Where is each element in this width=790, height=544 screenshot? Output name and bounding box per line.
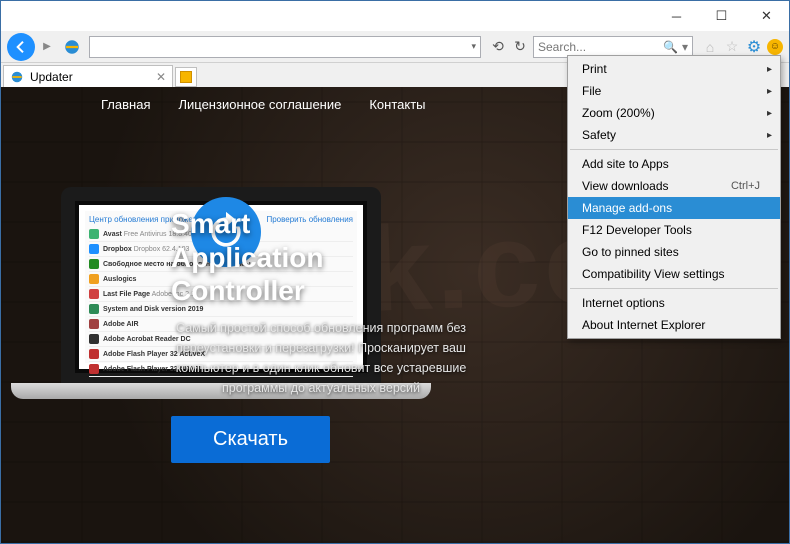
- tools-gear-icon[interactable]: ⚙: [745, 38, 763, 56]
- address-bar[interactable]: ▾: [89, 36, 481, 58]
- address-dropdown-icon[interactable]: ▾: [471, 41, 476, 52]
- menu-item-about-internet-explorer[interactable]: About Internet Explorer: [568, 314, 780, 336]
- menu-item-zoom-200[interactable]: Zoom (200%): [568, 102, 780, 124]
- tab-updater[interactable]: Updater ✕: [3, 65, 173, 87]
- download-button[interactable]: Скачать: [171, 416, 330, 463]
- menu-item-internet-options[interactable]: Internet options: [568, 292, 780, 314]
- site-nav: Главная Лицензионное соглашение Контакты: [101, 97, 426, 112]
- search-icon[interactable]: 🔍: [663, 40, 678, 54]
- tab-close-icon[interactable]: ✕: [156, 70, 166, 84]
- maximize-button[interactable]: ☐: [699, 1, 744, 31]
- search-dropdown-icon[interactable]: ▾: [682, 40, 688, 54]
- menu-item-compatibility-view-settings[interactable]: Compatibility View settings: [568, 263, 780, 285]
- menu-item-print[interactable]: Print: [568, 58, 780, 80]
- home-icon[interactable]: ⌂: [701, 38, 719, 56]
- nav-link-contacts[interactable]: Контакты: [369, 97, 425, 112]
- hero-description: Самый простой способ обновления программ…: [171, 318, 471, 398]
- hero-title: Smart Application Controller: [171, 207, 471, 308]
- search-placeholder: Search...: [538, 40, 586, 54]
- tab-favicon-icon: [10, 70, 24, 84]
- minimize-button[interactable]: ─: [654, 1, 699, 31]
- menu-item-f12-developer-tools[interactable]: F12 Developer Tools: [568, 219, 780, 241]
- refresh-icon[interactable]: ↻: [511, 38, 529, 56]
- menu-item-file[interactable]: File: [568, 80, 780, 102]
- nav-link-main[interactable]: Главная: [101, 97, 150, 112]
- menu-item-safety[interactable]: Safety: [568, 124, 780, 146]
- feedback-smiley-icon[interactable]: ☺: [767, 39, 783, 55]
- tab-title: Updater: [30, 70, 150, 84]
- menu-item-view-downloads[interactable]: View downloadsCtrl+J: [568, 175, 780, 197]
- menu-item-go-to-pinned-sites[interactable]: Go to pinned sites: [568, 241, 780, 263]
- ie-logo-icon: [63, 38, 81, 56]
- close-button[interactable]: ✕: [744, 1, 789, 31]
- forward-button[interactable]: ▶: [39, 33, 55, 61]
- browser-window: ─ ☐ ✕ ▶ ▾ ⟲ ↻ Search... 🔍 ▾ ⌂ ☆ ⚙ ☺: [0, 0, 790, 544]
- favorites-icon[interactable]: ☆: [723, 38, 741, 56]
- nav-link-license[interactable]: Лицензионное соглашение: [178, 97, 341, 112]
- back-button[interactable]: [7, 33, 35, 61]
- menu-item-manage-add-ons[interactable]: Manage add-ons: [568, 197, 780, 219]
- menu-item-add-site-to-apps[interactable]: Add site to Apps: [568, 153, 780, 175]
- hero-section: Smart Application Controller Самый прост…: [171, 207, 471, 463]
- new-tab-button[interactable]: [175, 67, 197, 87]
- tools-menu: PrintFileZoom (200%)Safety Add site to Ap…: [567, 55, 781, 339]
- stop-icon[interactable]: ⟲: [489, 38, 507, 56]
- titlebar: ─ ☐ ✕: [1, 1, 789, 31]
